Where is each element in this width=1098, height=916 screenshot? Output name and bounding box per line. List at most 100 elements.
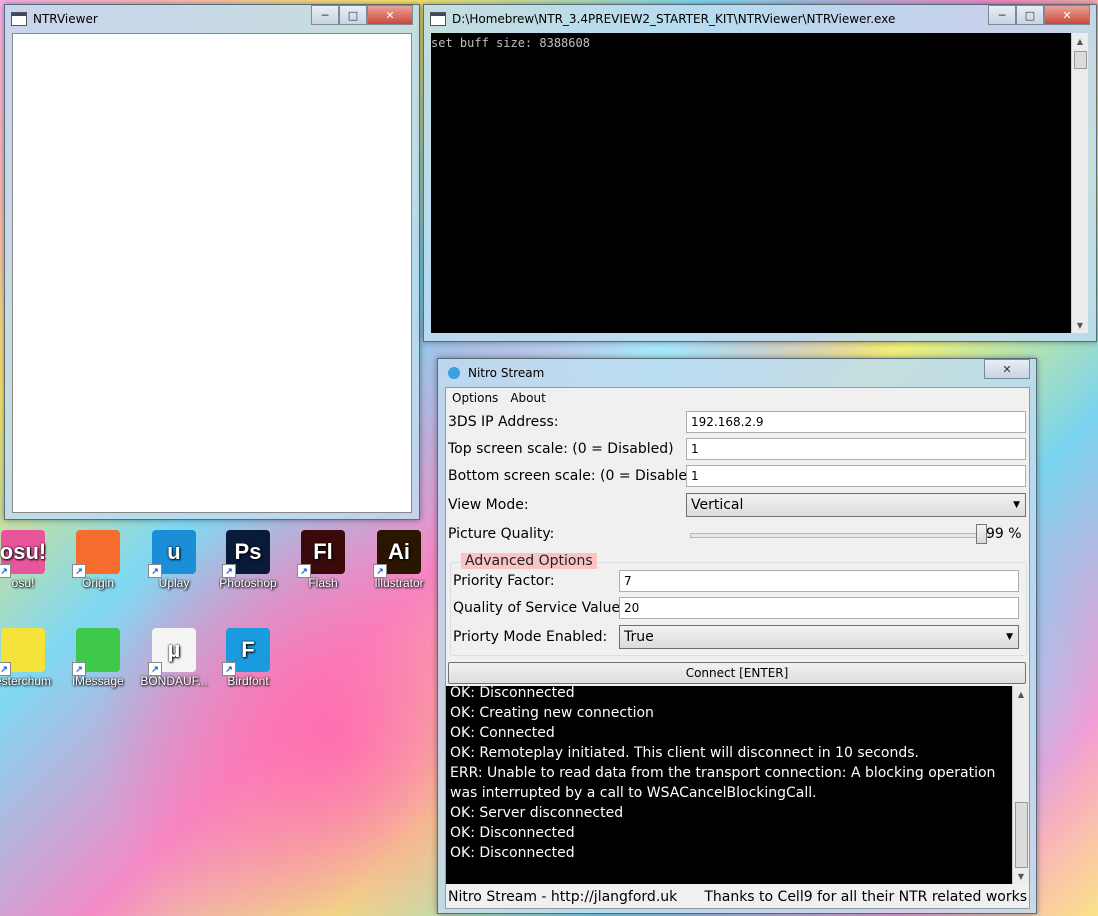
qos-row: Quality of Service Value: 20 [453,596,1024,620]
shortcut-label: Origin [81,576,114,590]
icon-glyph: Ai [388,539,410,564]
top-scale-label: Top screen scale: (0 = Disabled) [448,441,674,457]
slider-track [690,533,990,538]
console-output[interactable]: set buff size: 8388608 ▲ ▼ [431,33,1088,333]
view-mode-select[interactable]: Vertical ▼ [686,493,1026,517]
qos-label: Quality of Service Value: [453,600,625,616]
priority-factor-row: Priority Factor: 7 [453,569,1024,593]
illustrator-icon: Ai ↗ [373,530,421,578]
bottom-scale-row: Bottom screen scale: (0 = Disabled) 1 [448,464,1027,488]
status-left: Nitro Stream - http://jlangford.uk [448,889,678,905]
maximize-button[interactable]: □ [1016,5,1044,25]
close-button[interactable]: ✕ [984,359,1030,379]
desktop-shortcut[interactable]: u ↗ Uplay [139,530,209,590]
imessage-icon: ↗ [72,628,120,676]
bottom-scale-label: Bottom screen scale: (0 = Disabled) [448,468,702,484]
desktop-shortcut[interactable]: ↗ iMessage [63,628,133,688]
log-line: OK: Connected [450,725,555,741]
qos-input[interactable]: 20 [619,597,1019,619]
console-title: D:\Homebrew\NTR_3.4PREVIEW2_STARTER_KIT\… [452,12,896,26]
view-mode-row: View Mode: Vertical ▼ [448,493,1027,517]
shortcut-arrow-icon: ↗ [72,662,86,676]
desktop-shortcut[interactable]: ↗ esterchum [0,628,58,688]
priority-mode-value: True [624,629,654,645]
scroll-up-icon[interactable]: ▲ [1013,686,1029,702]
ip-label: 3DS IP Address: [448,414,559,430]
shortcut-label: Photoshop [219,576,277,590]
quality-value: 99 % [986,526,1022,542]
nitro-title: Nitro Stream [468,366,545,380]
view-mode-value: Vertical [691,497,744,513]
icon-glyph: µ [167,637,181,662]
shortcut-label: Flash [308,576,338,590]
scroll-down-icon[interactable]: ▼ [1013,868,1029,884]
log-lines: OK: Disconnected OK: Creating new connect… [450,686,998,863]
shortcut-arrow-icon: ↗ [72,564,86,578]
desktop-shortcut[interactable]: Ai ↗ Illustrator [364,530,434,590]
shortcut-arrow-icon: ↗ [373,564,387,578]
scroll-up-icon[interactable]: ▲ [1072,33,1088,49]
quality-row: Picture Quality: 99 % [448,522,1027,546]
close-button[interactable]: ✕ [1044,5,1090,25]
pesterchum-icon: ↗ [0,628,45,676]
quality-slider[interactable] [690,524,990,544]
minimize-button[interactable]: ─ [311,5,339,25]
priority-mode-select[interactable]: True ▼ [619,625,1019,649]
ntrviewer-canvas[interactable] [12,33,412,513]
log-line: OK: Server disconnected [450,805,624,821]
log-output[interactable]: OK: Disconnected OK: Creating new connect… [446,686,1012,884]
shortcut-label: osu! [11,576,35,590]
shortcut-label: Birdfont [227,674,269,688]
log-line: OK: Disconnected [450,686,575,701]
console-icon [430,12,446,26]
desktop-shortcut[interactable]: Fl ↗ Flash [288,530,358,590]
icon-glyph: Ps [234,539,262,564]
desktop-shortcut[interactable]: µ ↗ BONDAUF... [139,628,209,688]
menu-about[interactable]: About [504,391,551,405]
desktop-shortcut[interactable]: Ps ↗ Photoshop [213,530,283,590]
log-scrollbar[interactable]: ▲ ▼ [1012,686,1029,884]
top-scale-input[interactable]: 1 [686,438,1026,460]
top-scale-row: Top screen scale: (0 = Disabled) 1 [448,437,1027,461]
window-icon [11,12,27,26]
scroll-thumb[interactable] [1074,51,1087,69]
desktop-shortcut[interactable]: osu! ↗ osu! [0,530,58,590]
utorrent-icon: µ ↗ [148,628,196,676]
ip-input[interactable]: 192.168.2.9 [686,411,1026,433]
window-controls: ✕ [984,359,1030,379]
icon-glyph: F [241,637,255,662]
priority-factor-input[interactable]: 7 [619,570,1019,592]
minimize-button[interactable]: ─ [988,5,1016,25]
console-window: D:\Homebrew\NTR_3.4PREVIEW2_STARTER_KIT\… [423,4,1097,342]
scroll-thumb[interactable] [1015,802,1028,868]
flash-icon: Fl ↗ [297,530,345,578]
ip-row: 3DS IP Address: 192.168.2.9 [448,410,1027,434]
birdfont-icon: F ↗ [222,628,270,676]
bottom-scale-input[interactable]: 1 [686,465,1026,487]
priority-factor-label: Priority Factor: [453,573,555,589]
shortcut-arrow-icon: ↗ [222,662,236,676]
menu-options[interactable]: Options [446,391,504,405]
maximize-button[interactable]: □ [339,5,367,25]
shortcut-arrow-icon: ↗ [222,564,236,578]
scroll-down-icon[interactable]: ▼ [1072,317,1088,333]
shortcut-label: BONDAUF... [140,674,208,688]
shortcut-arrow-icon: ↗ [148,564,162,578]
close-button[interactable]: ✕ [367,5,413,25]
window-controls: ─ □ ✕ [988,5,1090,25]
connect-button[interactable]: Connect [ENTER] [448,662,1026,684]
log-line: OK: Disconnected [450,825,575,841]
shortcut-arrow-icon: ↗ [0,662,11,676]
status-bar: Nitro Stream - http://jlangford.uk Thank… [446,886,1029,908]
desktop-shortcut[interactable]: F ↗ Birdfont [213,628,283,688]
console-scrollbar[interactable]: ▲ ▼ [1071,33,1088,333]
nitro-titlebar[interactable]: Nitro Stream [438,359,1036,387]
icon-glyph: u [167,539,181,564]
shortcut-arrow-icon: ↗ [297,564,311,578]
desktop-shortcut[interactable]: ↗ Origin [63,530,133,590]
ntrviewer-window: NTRViewer ─ □ ✕ [4,4,420,520]
shortcut-label: Illustrator [374,576,424,590]
advanced-options-title: Advanced Options [461,553,597,569]
status-right: Thanks to Cell9 for all their NTR relate… [704,889,1027,905]
priority-mode-label: Priorty Mode Enabled: [453,629,608,645]
